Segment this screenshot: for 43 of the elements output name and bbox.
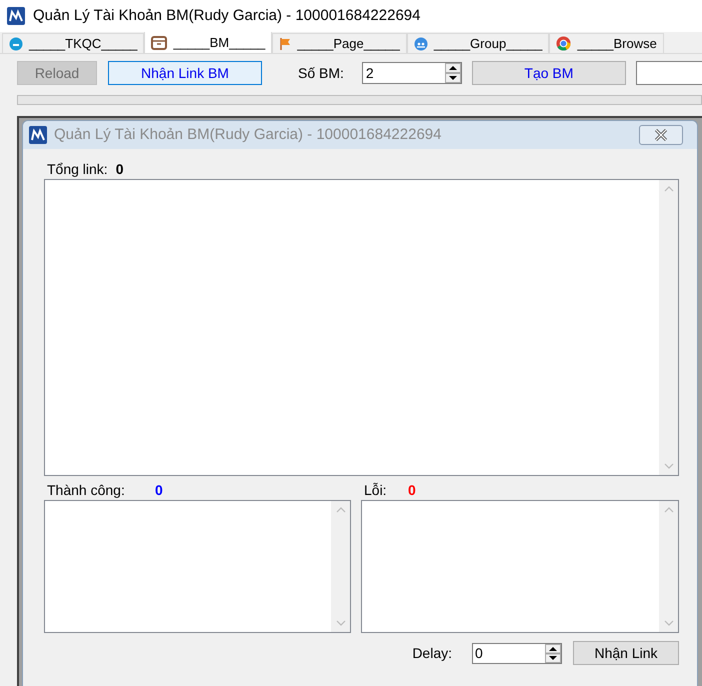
count-label: Lỗi: <box>364 480 388 500</box>
chevron-down-icon <box>664 463 674 469</box>
window-title: Quản Lý Tài Khoản BM(Rudy Garcia) - 100001684222694 <box>33 6 420 26</box>
chevron-up-icon <box>336 507 346 513</box>
count-value: 0 <box>116 160 124 178</box>
tab[interactable]: _____Browse <box>549 33 664 53</box>
briefcase-icon <box>151 36 168 50</box>
count-value: 0 <box>155 480 163 500</box>
input-field[interactable] <box>636 61 702 85</box>
count-label: Thành công: <box>47 480 126 500</box>
count-label: Tổng link: <box>47 160 108 179</box>
field-label: Số BM: <box>298 64 344 82</box>
dialog-title: Quản Lý Tài Khoản BM(Rudy Garcia) - 100001684222694 <box>54 124 442 145</box>
text-area[interactable] <box>44 500 351 633</box>
browser-icon <box>556 36 572 51</box>
spin-arrows-icon <box>444 63 461 83</box>
tab[interactable]: _____Group_____ <box>406 33 550 53</box>
spin-arrows-icon <box>545 644 561 662</box>
chevron-up-icon <box>664 507 674 513</box>
scrollbar[interactable] <box>659 501 678 632</box>
close-button[interactable] <box>639 125 683 145</box>
chevron-down-icon <box>336 620 346 626</box>
scrollbar[interactable] <box>331 501 350 632</box>
number-spinner[interactable]: 2 <box>362 62 462 84</box>
scrollbar[interactable] <box>659 180 678 475</box>
get-link-button[interactable]: Nhận Link <box>573 641 679 665</box>
spinner-value: 0 <box>474 644 484 662</box>
close-icon <box>653 129 669 141</box>
chevron-up-icon <box>664 186 674 192</box>
create-bm-button[interactable]: Tạo BM <box>472 61 626 85</box>
flag-icon <box>279 36 292 50</box>
app-logo-icon <box>7 7 25 25</box>
get-link-button[interactable]: Nhận Link BM <box>108 61 262 85</box>
spinner-value: 2 <box>364 64 375 82</box>
tab[interactable]: _____TKQC_____ <box>2 33 144 53</box>
text-area[interactable] <box>361 500 679 633</box>
tab[interactable]: _____Page_____ <box>272 33 407 53</box>
number-spinner[interactable]: 0 <box>472 642 562 664</box>
count-value: 0 <box>408 480 416 500</box>
app-logo-icon <box>29 126 47 144</box>
tab[interactable]: _____BM_____ <box>144 32 272 53</box>
chevron-down-icon <box>664 620 674 626</box>
field-label: Delay: <box>412 644 452 663</box>
